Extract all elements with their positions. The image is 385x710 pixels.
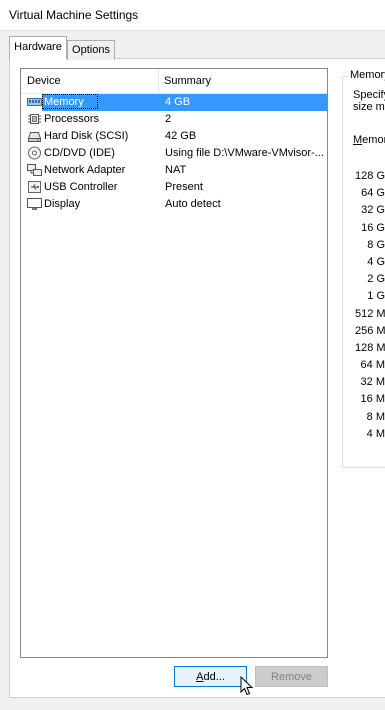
device-name: Memory [44,96,84,108]
device-summary: 2 [165,113,172,125]
tab-hardware-label: Hardware [14,41,62,53]
device-row-cd-dvd[interactable]: CD/DVD (IDE) Using file D:\VMware-VMviso… [26,145,327,162]
scale-label: 4 M [366,427,385,440]
memory-scale: 128 G 64 G 32 G 16 G 8 G 4 G 2 G 1 G 512… [355,170,385,445]
network-adapter-icon [27,164,42,176]
memory-icon [27,98,42,106]
device-row-hard-disk[interactable]: Hard Disk (SCSI) 42 GB [26,128,327,145]
hard-disk-icon [27,132,42,142]
memory-description-line: Specify [353,89,385,101]
device-name: Processors [44,113,100,125]
memory-description-line: size mu [353,101,385,113]
scale-label: 2 G [367,273,385,286]
title-bar: Virtual Machine Settings [0,0,385,30]
scale-label: 16 G [361,221,385,234]
device-list[interactable]: Device Summary Memory 4 GB Processors 2 [20,68,328,658]
scale-label: 4 G [367,255,385,268]
remove-button-label: Remove [271,671,312,683]
scale-label: 128 G [355,170,385,182]
device-list-header: Device Summary [21,69,327,94]
scale-label: 1 G [367,290,385,303]
device-row-processors[interactable]: Processors 2 [26,111,327,128]
device-row-display[interactable]: Display Auto detect [26,196,327,213]
scale-label: 256 M [355,324,385,337]
scale-label: 8 G [367,238,385,251]
device-row-usb-controller[interactable]: USB Controller Present [26,179,327,196]
device-summary: Using file D:\VMware-VMvisor-... [165,147,324,159]
device-row-memory[interactable]: Memory 4 GB [26,94,327,111]
scale-label: 128 M [355,341,385,354]
add-button[interactable]: Add... [174,666,247,687]
memory-size-label: Memor [353,134,385,146]
device-name: USB Controller [44,181,118,193]
device-row-network-adapter[interactable]: Network Adapter NAT [26,162,327,179]
processor-icon [28,114,41,124]
device-summary: 4 GB [165,96,191,108]
scale-label: 512 M [355,307,385,320]
device-summary: NAT [165,164,187,176]
column-header-summary[interactable]: Summary [164,75,211,87]
mouse-cursor-icon [240,676,254,696]
add-button-label: Add... [196,671,225,683]
scale-label: 8 M [366,410,385,423]
device-name: Network Adapter [44,164,126,176]
scale-label: 64 G [361,187,385,200]
device-summary: 42 GB [165,130,197,142]
tab-options[interactable]: Options [67,40,115,60]
remove-button[interactable]: Remove [255,666,328,687]
memory-description: Specify size mu [353,89,385,113]
device-summary: Present [165,181,203,193]
tab-hardware[interactable]: Hardware [9,36,67,59]
scale-label: 32 G [361,204,385,217]
device-name: Display [44,198,81,210]
title-bar-divider [0,30,385,31]
device-summary: Auto detect [165,198,221,210]
window-title: Virtual Machine Settings [9,8,139,22]
scale-label: 16 M [360,393,385,406]
cd-dvd-icon [28,146,41,160]
column-header-device[interactable]: Device [27,75,61,87]
column-separator[interactable] [158,69,159,93]
memory-group-title: Memory [348,69,385,81]
display-icon [27,198,42,210]
usb-controller-icon [28,181,41,193]
device-name: Hard Disk (SCSI) [44,130,129,142]
scale-label: 32 M [360,376,385,389]
device-name: CD/DVD (IDE) [44,147,115,159]
scale-label: 64 M [360,359,385,372]
tab-options-label: Options [72,44,110,56]
